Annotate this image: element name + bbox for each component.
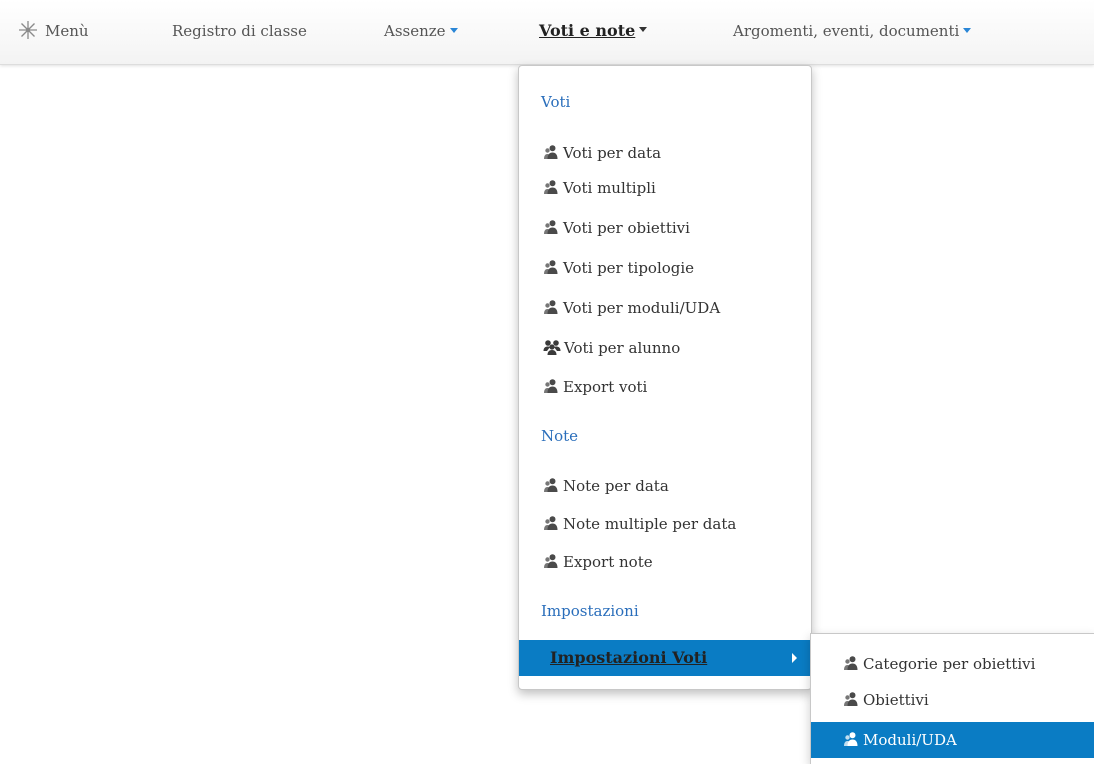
submenu-item-moduli-uda[interactable]: Moduli/UDA [811,722,1094,758]
menu-item-label: Voti per obiettivi [563,219,690,237]
menu-item-note-multiple-per-data[interactable]: Note multiple per data [543,515,736,533]
user-icon [843,655,859,671]
menu-item-export-note[interactable]: Export note [543,553,653,571]
menu-item-label: Export note [563,553,653,571]
menu-item-voti-multipli[interactable]: Voti multipli [543,179,656,197]
menu-item-voti-per-moduli-uda[interactable]: Voti per moduli/UDA [543,299,720,317]
user-icon [543,259,559,275]
caret-down-icon [963,27,972,33]
menu-item-impostazioni-voti[interactable]: Impostazioni Voti [519,640,811,676]
group-icon [543,339,561,355]
user-icon [543,144,559,160]
section-header-voti: Voti [541,93,571,111]
user-icon [543,299,559,315]
user-icon [543,553,559,569]
compass-star-icon [19,21,37,39]
nav-voti-note-label: Voti e note [539,21,636,40]
impostazioni-voti-submenu: Categorie per obiettivi Obiettivi Moduli… [810,633,1094,764]
menu-item-voti-per-data[interactable]: Voti per data [543,144,661,162]
user-icon [843,731,859,747]
nav-argomenti-eventi-documenti[interactable]: Argomenti, eventi, documenti [733,0,972,64]
section-header-impostazioni: Impostazioni [541,602,639,620]
user-icon [543,219,559,235]
menu-item-label: Voti per data [563,144,662,162]
submenu-item-label: Moduli/UDA [863,731,957,749]
user-icon [543,515,559,531]
voti-e-note-dropdown: Voti Voti per data Voti multipli Voti pe… [518,65,812,690]
menu-item-label: Note per data [563,477,669,495]
nav-menu-label: Menù [45,22,89,40]
menu-item-label: Voti per alunno [564,339,681,357]
nav-argomenti-label: Argomenti, eventi, documenti [733,22,960,40]
menu-item-export-voti[interactable]: Export voti [543,378,647,396]
menu-item-label: Voti per tipologie [563,259,695,277]
section-header-note: Note [541,427,579,445]
menu-item-voti-per-alunno[interactable]: Voti per alunno [543,339,680,357]
menu-item-voti-per-tipologie[interactable]: Voti per tipologie [543,259,694,277]
menu-item-label: Voti multipli [563,179,656,197]
user-icon [543,477,559,493]
nav-assenze-label: Assenze [384,22,446,40]
menu-item-label: Impostazioni Voti [550,648,708,667]
menu-item-label: Voti per moduli/UDA [563,299,721,317]
menu-item-note-per-data[interactable]: Note per data [543,477,669,495]
submenu-item-categorie-per-obiettivi[interactable]: Categorie per obiettivi [811,646,1094,682]
user-icon [543,378,559,394]
caret-down-icon [639,27,648,32]
menu-item-label: Export voti [563,378,648,396]
chevron-right-icon [792,653,797,663]
submenu-item-label: Categorie per obiettivi [863,655,1036,673]
menu-item-voti-per-obiettivi[interactable]: Voti per obiettivi [543,219,690,237]
user-icon [843,691,859,707]
menu-item-label: Note multiple per data [563,515,737,533]
user-icon [543,179,559,195]
nav-registro-di-classe[interactable]: Registro di classe [172,0,307,64]
caret-down-icon [449,27,458,33]
top-navbar: Menù Registro di classe Assenze Voti e n… [0,0,1094,65]
submenu-item-obiettivi[interactable]: Obiettivi [811,682,1094,718]
nav-registro-label: Registro di classe [172,22,307,40]
nav-menu[interactable]: Menù [18,0,89,64]
nav-assenze[interactable]: Assenze [384,0,458,64]
submenu-item-label: Obiettivi [863,691,929,709]
nav-voti-e-note[interactable]: Voti e note [539,0,648,64]
